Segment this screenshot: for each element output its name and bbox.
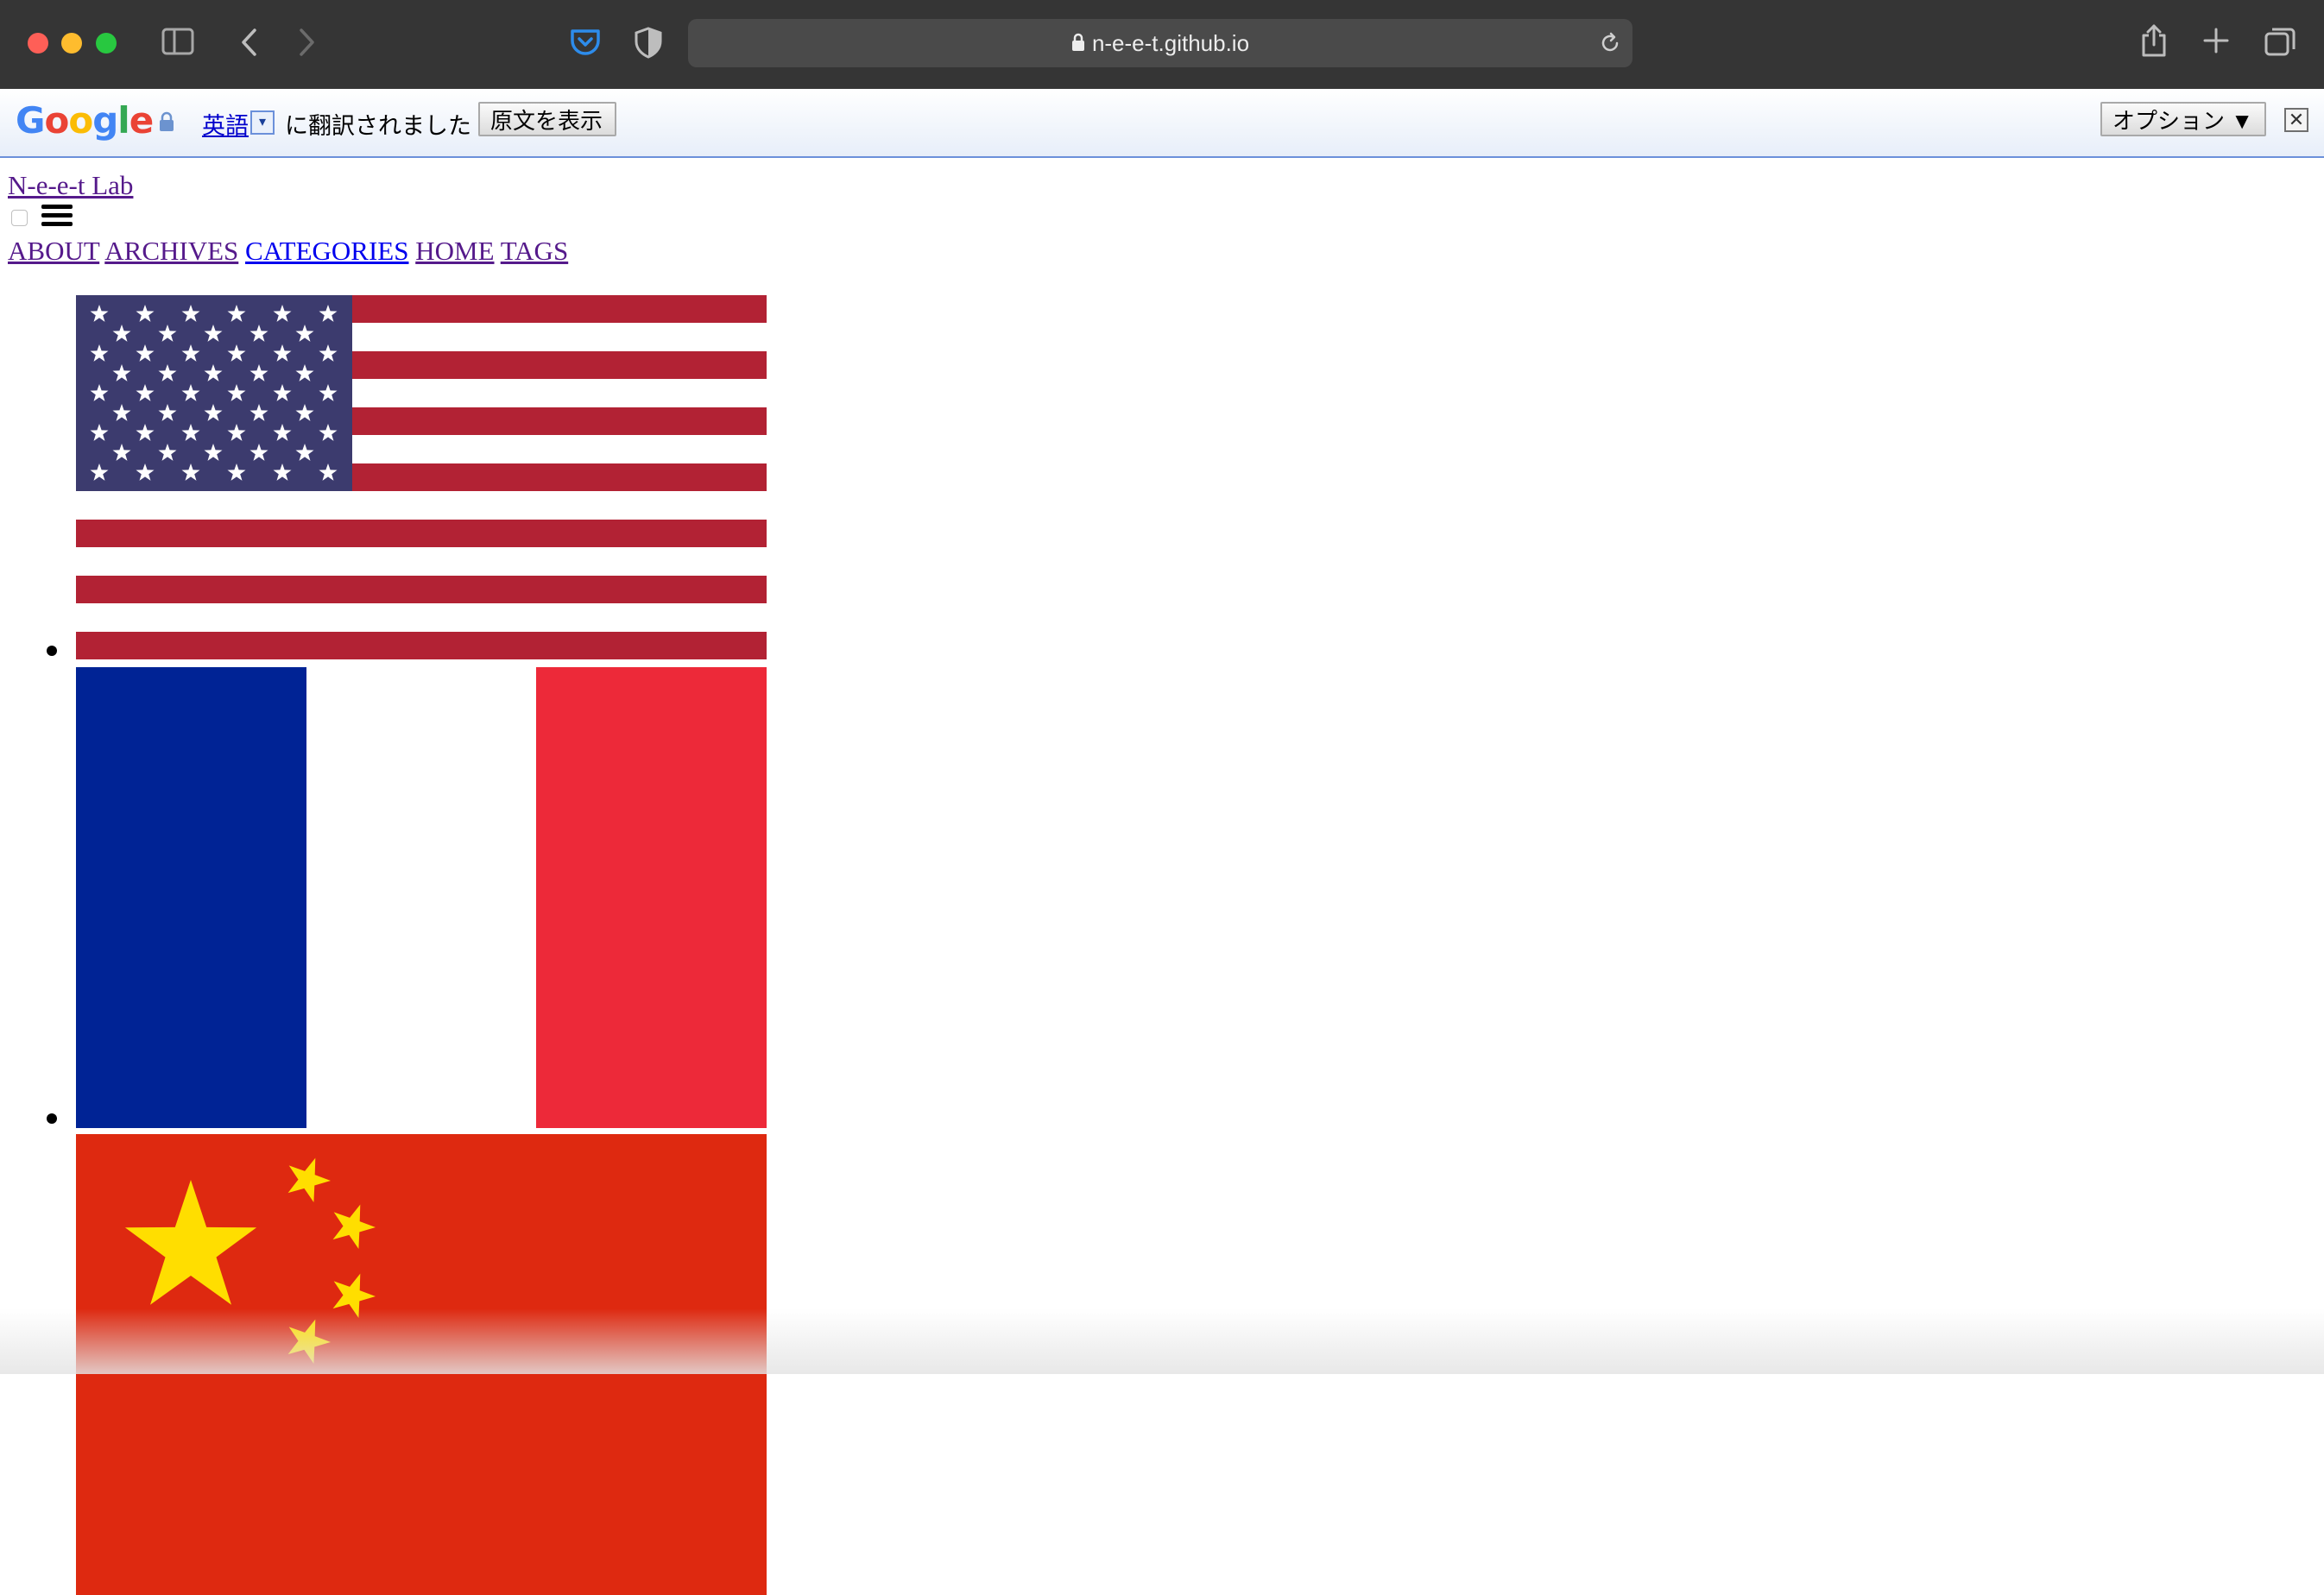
menu-toggle-checkbox[interactable]: [11, 210, 28, 226]
share-icon[interactable]: [2139, 23, 2169, 58]
google-logo: Google: [16, 99, 154, 142]
close-window-button[interactable]: [28, 33, 48, 54]
google-translate-bar: Google 英語 ▾ に翻訳されました 原文を表示 オプション ▼ ✕: [0, 89, 2324, 158]
address-bar[interactable]: n-e-e-t.github.io: [688, 19, 1632, 67]
zoom-window-button[interactable]: [96, 33, 117, 54]
site-title-link[interactable]: N-e-e-t Lab: [8, 170, 133, 201]
secure-lock-icon: [160, 111, 174, 131]
new-tab-icon[interactable]: [2203, 28, 2229, 54]
united-states-flag[interactable]: [76, 295, 767, 659]
privacy-shield-icon[interactable]: [634, 26, 663, 59]
page-content: N-e-e-t Lab ABOUT ARCHIVES CATEGORIES HO…: [0, 158, 2324, 1595]
show-original-button[interactable]: 原文を表示: [478, 102, 616, 136]
list-bullet: [47, 646, 57, 656]
options-button[interactable]: オプション ▼: [2100, 102, 2266, 136]
lock-icon: [1071, 33, 1084, 52]
back-icon[interactable]: [239, 28, 258, 57]
list-bullet: [47, 1113, 57, 1124]
minimize-window-button[interactable]: [61, 33, 82, 54]
france-flag[interactable]: [76, 667, 767, 1128]
translated-notice: に翻訳されました: [285, 113, 471, 139]
url-field[interactable]: n-e-e-t.github.io: [688, 19, 1632, 67]
hamburger-menu-icon[interactable]: [41, 205, 73, 227]
nav-archives[interactable]: ARCHIVES: [104, 236, 238, 266]
nav-categories[interactable]: CATEGORIES: [245, 236, 408, 266]
nav-about[interactable]: ABOUT: [8, 236, 99, 266]
main-nav: ABOUT ARCHIVES CATEGORIES HOME TAGS: [8, 236, 568, 267]
tab-overview-icon[interactable]: [2264, 26, 2296, 57]
forward-icon[interactable]: [298, 28, 317, 57]
source-language-link[interactable]: 英語: [202, 107, 249, 141]
pocket-icon[interactable]: [569, 26, 602, 59]
sidebar-icon[interactable]: [161, 28, 194, 55]
close-icon[interactable]: ✕: [2284, 108, 2308, 132]
browser-toolbar: n-e-e-t.github.io: [0, 0, 2324, 89]
nav-tags[interactable]: TAGS: [501, 236, 568, 266]
url-text: n-e-e-t.github.io: [1091, 30, 1250, 56]
language-dropdown-icon[interactable]: ▾: [250, 110, 275, 135]
reload-icon[interactable]: [1600, 32, 1622, 54]
nav-home[interactable]: HOME: [415, 236, 494, 266]
china-flag[interactable]: [76, 1134, 767, 1595]
